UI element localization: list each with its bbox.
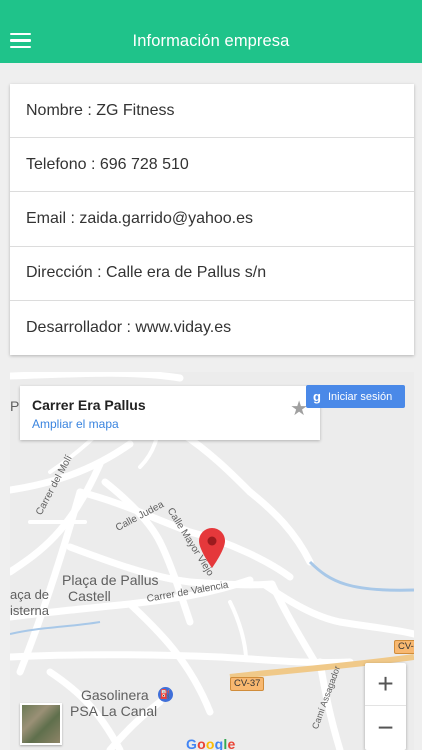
company-phone-row[interactable]: Telefono : 696 728 510 <box>10 138 414 193</box>
satellite-thumbnail[interactable] <box>20 703 62 745</box>
app-header: Información empresa <box>0 0 422 63</box>
company-address-row: Dirección : Calle era de Pallus s/n <box>10 247 414 301</box>
company-developer-row[interactable]: Desarrollador : www.viday.es <box>10 301 414 355</box>
map-label-cisterna-2: isterna <box>10 603 50 618</box>
signin-button[interactable]: g Iniciar sesión <box>306 385 405 408</box>
place-name: Carrer Era Pallus <box>32 397 146 413</box>
map-label-placa-pallus: Plaça de Pallus <box>62 572 159 588</box>
map-label-cisterna-1: aça de <box>10 587 50 602</box>
road-shield-cv-right: CV- <box>394 640 414 654</box>
map-label-castell: Castell <box>68 588 111 604</box>
place-info-box: Carrer Era Pallus Ampliar el mapa ★ <box>20 386 320 440</box>
map-pin-icon[interactable] <box>199 528 225 568</box>
gas-station-icon[interactable]: ⛽ <box>158 687 173 702</box>
company-name-row: Nombre : ZG Fitness <box>10 84 414 139</box>
zoom-out-button[interactable]: − <box>365 706 406 749</box>
map-label-p: P <box>10 398 20 414</box>
company-info-card: Nombre : ZG Fitness Telefono : 696 728 5… <box>10 84 414 355</box>
map-label-gasolinera: Gasolinera <box>81 687 149 703</box>
road-shield-cv37: CV-37 <box>230 677 265 691</box>
google-logo: Google <box>186 736 236 750</box>
map-label-psa-la-canal: PSA La Canal <box>70 703 158 719</box>
map-view[interactable]: P Carrer del Molí Calle Judea Calle Mayo… <box>10 372 414 750</box>
google-g-icon: g <box>313 388 321 404</box>
expand-map-link[interactable]: Ampliar el mapa <box>32 417 119 431</box>
zoom-in-button[interactable]: + <box>365 663 406 706</box>
company-email-row[interactable]: Email : zaida.garrido@yahoo.es <box>10 192 414 247</box>
signin-label: Iniciar sesión <box>328 390 393 403</box>
page-title: Información empresa <box>132 32 290 50</box>
zoom-controls: + − <box>365 663 406 750</box>
hamburger-menu-icon[interactable] <box>10 33 31 48</box>
